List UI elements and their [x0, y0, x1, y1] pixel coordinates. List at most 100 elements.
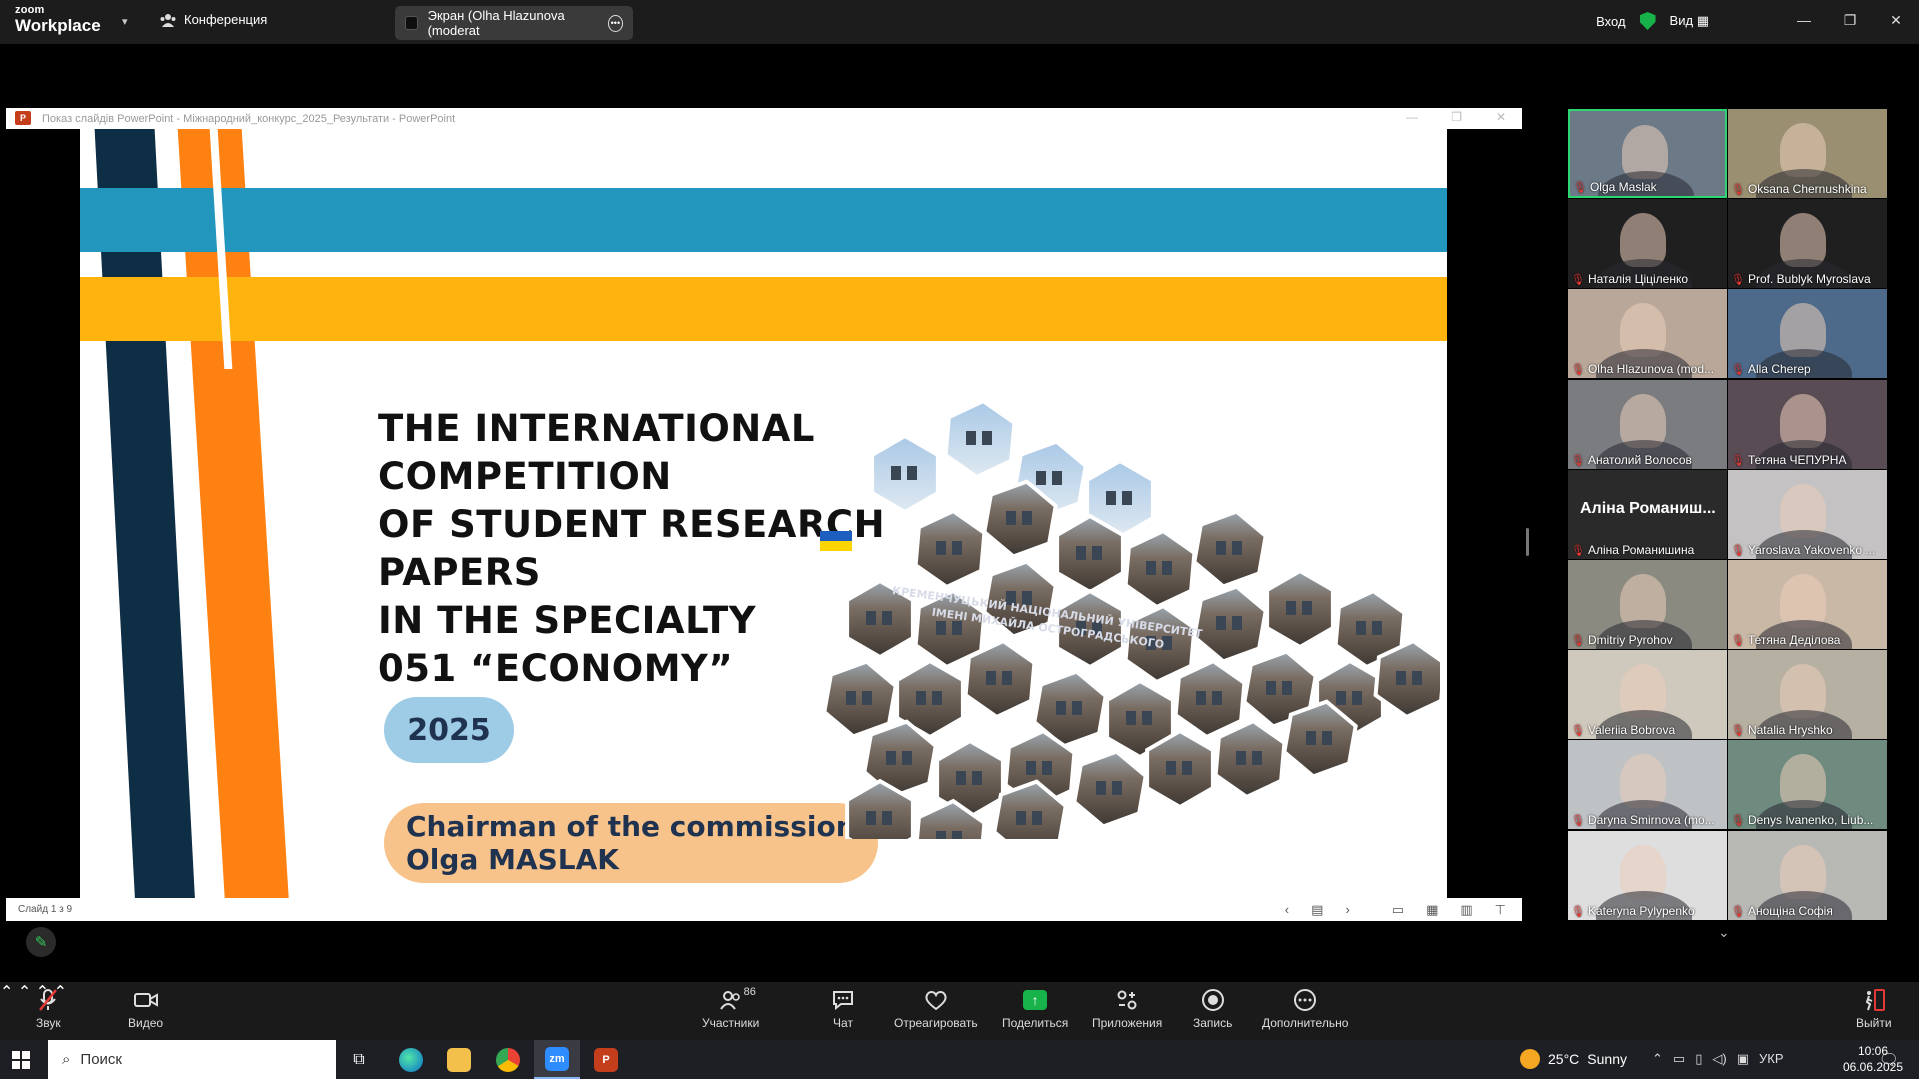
hexagon-cell	[1173, 658, 1247, 740]
next-slide-icon[interactable]: ›	[1345, 902, 1349, 918]
building-window	[1232, 541, 1242, 555]
participant-tile[interactable]: 🎙︎ Наталія Ціціленко	[1568, 199, 1727, 288]
mic-muted-icon: 🎙︎	[1731, 724, 1745, 737]
participant-tile[interactable]: 🎙︎ Prof. Bublyk Myroslava	[1728, 199, 1887, 288]
university-building-hexagon-collage: КРЕМЕНЧУЦЬКИЙ НАЦІОНАЛЬНИЙ УНІВЕРСИТЕТ І…	[820, 398, 1440, 839]
ppt-close-icon[interactable]: ✕	[1496, 110, 1506, 124]
audio-options-chevron-icon[interactable]: ⌃	[0, 984, 13, 1001]
participant-name-label: 🎙︎ Тетяна ЧЕПУРНА	[1731, 453, 1885, 467]
participant-gallery: 🎙︎ Olga Maslak 🎙︎ Oksana Chernushkina 🎙︎ Ната…	[1568, 109, 1888, 920]
participant-tile[interactable]: 🎙︎ Анатолий Волосов	[1568, 380, 1727, 469]
minimize-icon[interactable]: —	[1781, 0, 1827, 40]
hexagon-cell	[1123, 528, 1197, 610]
signin-button[interactable]: Вход	[1596, 14, 1625, 29]
edge-browser-icon[interactable]	[388, 1040, 434, 1079]
participant-tile[interactable]: 🎙︎ Denys Ivanenko, Liub...	[1728, 740, 1887, 829]
participant-tile[interactable]: 🎙︎ Valeriia Bobrova	[1568, 650, 1727, 739]
record-icon	[1201, 988, 1225, 1012]
chrome-browser-icon[interactable]	[485, 1040, 531, 1079]
video-button[interactable]: Видео	[128, 988, 163, 1030]
chair-line1: Chairman of the commission:	[406, 810, 867, 843]
building-window	[1126, 711, 1136, 725]
apps-button[interactable]: Приложения	[1092, 988, 1162, 1030]
conference-button[interactable]: Конференция	[160, 12, 267, 27]
system-tray: ⌃ ▭ ▯ ◁) ▣ УКР	[1652, 1051, 1784, 1067]
participant-tile[interactable]: 🎙︎ Kateryna Pylypenko	[1568, 831, 1727, 920]
file-explorer-icon[interactable]	[436, 1040, 482, 1079]
battery-icon[interactable]: ▯	[1695, 1051, 1702, 1067]
close-icon[interactable]: ✕	[1873, 0, 1919, 40]
building-window	[1146, 561, 1156, 575]
ppt-restore-icon[interactable]: ❐	[1451, 110, 1462, 124]
participant-tile[interactable]: 🎙︎ Olga Maslak	[1568, 109, 1727, 198]
building-window	[986, 671, 996, 685]
notification-icon[interactable]: 🗨︎	[1879, 1050, 1899, 1070]
participant-tile[interactable]: 🎙︎ Oksana Chernushkina	[1728, 109, 1887, 198]
leave-button[interactable]: Выйти	[1856, 988, 1892, 1030]
display-icon[interactable]: ▣	[1737, 1051, 1749, 1067]
participant-name: Olha Hlazunova (mod...	[1587, 362, 1715, 376]
slide-canvas[interactable]: THE INTERNATIONAL COMPETITION OF STUDENT…	[80, 129, 1447, 898]
record-button[interactable]: Запись	[1193, 988, 1232, 1030]
audio-button[interactable]: Звук	[36, 988, 61, 1030]
participant-tile[interactable]: 🎙︎ Daryna Smirnova (mo...	[1568, 740, 1727, 829]
chair-line2: Olga MASLAK	[406, 843, 619, 876]
network-icon[interactable]: ▭	[1673, 1051, 1685, 1067]
sun-icon	[1520, 1049, 1540, 1069]
participant-tile[interactable]: 🎙︎ Yaroslava Yakovenko ...	[1728, 470, 1887, 559]
normal-view-icon[interactable]: ▭	[1392, 902, 1404, 918]
participant-name: Daryna Smirnova (mo...	[1587, 813, 1715, 827]
chevron-down-icon[interactable]: ▾	[122, 15, 128, 28]
windows-start-icon[interactable]	[12, 1051, 30, 1069]
building-window	[1076, 546, 1086, 560]
building-window	[882, 811, 892, 825]
powerpoint-app-icon[interactable]: P	[583, 1040, 629, 1079]
gallery-scroll-down-icon[interactable]: ⌄	[1718, 924, 1730, 941]
view-button[interactable]: Вид ▦	[1670, 13, 1709, 29]
react-button[interactable]: Отреагировать	[894, 988, 978, 1030]
hexagon-cell	[1192, 509, 1268, 589]
weather-widget[interactable]: 25°C Sunny	[1520, 1049, 1627, 1069]
annotate-pencil-icon[interactable]: ✎	[26, 927, 56, 957]
title-line: IN THE SPECIALTY	[378, 599, 757, 642]
reading-view-icon[interactable]: ▥	[1460, 902, 1472, 918]
previous-slide-icon[interactable]: ‹	[1285, 902, 1289, 918]
building-window	[1336, 691, 1346, 705]
powerpoint-icon: P	[15, 111, 31, 125]
volume-icon[interactable]: ◁)	[1712, 1051, 1726, 1067]
participant-tile[interactable]: 🎙︎ Анощіна Софія	[1728, 831, 1887, 920]
heart-icon	[924, 988, 948, 1012]
slide-sorter-icon[interactable]: ▦	[1426, 902, 1438, 918]
taskbar-search-box[interactable]: ⌕ Поиск	[48, 1040, 336, 1079]
participant-tile[interactable]: 🎙︎ Olha Hlazunova (mod...	[1568, 289, 1727, 378]
chat-button[interactable]: Чат	[831, 988, 855, 1030]
participant-tile[interactable]: 🎙︎ Тетяна ЧЕПУРНА	[1728, 380, 1887, 469]
share-button[interactable]: ↑ Поделиться	[1002, 988, 1068, 1030]
participants-button[interactable]: 86 Участники	[702, 986, 759, 1030]
restore-icon[interactable]: ❐	[1827, 0, 1873, 40]
participant-name: Olga Maslak	[1589, 180, 1657, 194]
security-shield-icon[interactable]	[1639, 12, 1656, 30]
top-right-controls: Вход Вид ▦	[1596, 12, 1709, 30]
participant-tile[interactable]: 🎙︎ Natalia Hryshko	[1728, 650, 1887, 739]
language-indicator[interactable]: УКР	[1759, 1051, 1784, 1067]
tray-chevron-up-icon[interactable]: ⌃	[1652, 1051, 1663, 1067]
task-view-icon[interactable]: ⧉	[336, 1040, 382, 1079]
slide-menu-icon[interactable]: ▤	[1311, 902, 1323, 918]
more-options-icon[interactable]: •••	[607, 14, 623, 32]
slideshow-icon[interactable]: ⊤	[1495, 902, 1506, 918]
participant-tile[interactable]: Аліна Романиш... 🎙︎ Аліна Романишина	[1568, 470, 1727, 559]
zoom-app-icon[interactable]: zm	[534, 1040, 580, 1079]
screen-share-indicator[interactable]: Экран (Olha Hlazunova (moderat •••	[395, 6, 633, 40]
panel-resize-handle[interactable]	[1526, 528, 1529, 556]
participant-tile[interactable]: 🎙︎ Alla Cherep	[1728, 289, 1887, 378]
more-button[interactable]: Дополнительно	[1262, 988, 1348, 1030]
video-options-chevron-icon[interactable]: ⌃	[18, 984, 31, 1001]
mic-muted-icon	[37, 988, 59, 1012]
building-window	[1052, 471, 1062, 485]
participant-tile[interactable]: 🎙︎ Тетяна Деділова	[1728, 560, 1887, 649]
ppt-minimize-icon[interactable]: —	[1406, 110, 1418, 124]
participant-name-label: 🎙︎ Наталія Ціціленко	[1571, 272, 1725, 286]
participant-tile[interactable]: 🎙︎ Dmitriy Pyrohov	[1568, 560, 1727, 649]
meeting-toolbar: Звук ⌃ Видео ⌃ 86 Участники ⌃ Чат ⌃ Отре…	[0, 982, 1919, 1040]
